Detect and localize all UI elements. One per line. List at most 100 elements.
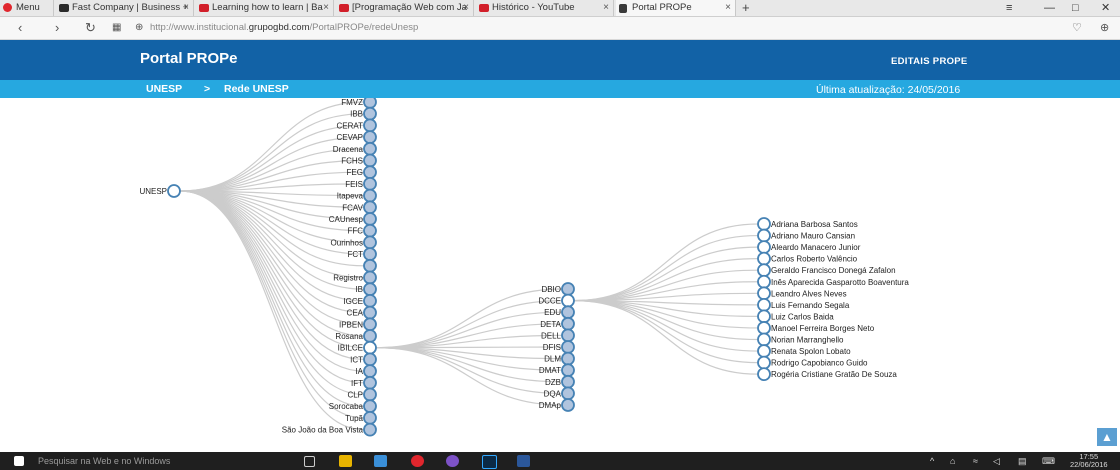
tree-node-department[interactable]: DELL [541,328,575,343]
tree-node-circle[interactable] [757,263,771,278]
tree-node-unit[interactable]: Itapeva [337,188,377,203]
tree-node-unit[interactable]: FEG [347,165,377,180]
tree-node-unit[interactable]: São João da Boa Vista [282,422,377,437]
tree-node-unit[interactable] [363,258,377,273]
opera-taskbar-icon[interactable] [411,455,424,467]
tree-node-circle[interactable] [363,200,377,215]
tree-node-circle[interactable] [363,98,377,109]
tab-portal-prope[interactable]: Portal PROPe × [616,0,736,16]
scroll-to-top-button[interactable]: ▲ [1097,428,1117,446]
tree-node-unit[interactable]: Tupã [345,410,377,425]
tree-node-circle[interactable] [363,399,377,414]
site-brand[interactable]: Portal PROPe [140,50,238,67]
tree-node-person[interactable]: Manoel Ferreira Borges Neto [757,321,875,335]
wifi-icon[interactable]: ≈ [973,455,978,467]
windows-start-icon[interactable] [14,456,24,466]
tree-node-root[interactable]: UNESP [139,184,181,198]
tree-node-department[interactable]: DZB [545,374,575,389]
tree-node-circle[interactable] [363,410,377,425]
tree-node-circle[interactable] [561,328,575,343]
file-explorer-icon[interactable] [339,455,352,467]
tree-node-circle[interactable] [757,228,771,243]
tree-node-circle[interactable] [757,332,771,347]
tree-node-department[interactable]: DETA [540,316,575,331]
tree-node-unit[interactable]: FCAV [342,200,377,215]
tree-node-circle[interactable] [363,165,377,180]
tree-node-unit[interactable]: IA [355,364,377,379]
tree-node-person[interactable]: Luiz Carlos Baida [757,309,834,324]
tree-node-unit[interactable]: Registro [333,270,377,285]
tree-node-circle[interactable] [757,297,771,312]
show-hidden-icons-icon[interactable]: ^ [930,455,934,467]
reload-icon[interactable]: ↻ [85,20,96,36]
tree-node-unit[interactable]: IB [355,282,377,297]
tree-node-circle[interactable] [561,386,575,401]
tree-node-circle[interactable] [363,305,377,320]
tree-node-person[interactable]: Adriana Barbosa Santos [757,217,858,231]
tree-node-unit[interactable]: IPBEN [339,317,377,332]
breadcrumb-home[interactable]: UNESP [146,82,182,96]
tree-node-circle[interactable] [757,286,771,301]
tree-node-circle[interactable] [363,317,377,332]
tree-node-unit[interactable]: IBILCE [338,340,377,355]
tree-node-department[interactable]: DLM [544,351,575,366]
close-tab-icon[interactable]: × [725,0,731,16]
speed-dial-icon[interactable]: ▦ [112,20,121,36]
tab-historico-youtube[interactable]: Histórico - YouTube × [476,0,614,16]
tree-node-department[interactable]: DFIS [543,340,575,354]
tree-node-circle[interactable] [363,176,377,191]
tree-node-unit[interactable]: Sorocaba [329,399,377,414]
photoshop-icon[interactable] [482,455,497,469]
tree-node-unit[interactable]: Dracena [333,141,377,156]
tree-node-department[interactable]: DQA [544,386,575,401]
tree-node-circle[interactable] [363,340,377,355]
tree-node-circle[interactable] [757,251,771,266]
close-tab-icon[interactable]: × [183,0,189,16]
tree-node-person[interactable]: Luis Fernando Segala [757,297,850,312]
tree-node-circle[interactable] [561,340,575,354]
back-icon[interactable]: ‹ [18,20,22,36]
tree-node-unit[interactable]: CAUnesp [329,212,377,226]
task-view-icon[interactable] [304,456,315,467]
tree-node-circle[interactable] [363,130,377,145]
tree-node-person[interactable]: Leandro Alves Neves [757,286,847,301]
opera-menu-button[interactable]: Menu [0,0,54,16]
tree-node-circle[interactable] [363,106,377,121]
tree-node-circle[interactable] [363,364,377,379]
tree-node-circle[interactable] [757,217,771,231]
nav-editais-prope[interactable]: EDITAIS PROPE [891,56,968,67]
tree-node-unit[interactable]: FFC [347,223,377,238]
tree-node-circle[interactable] [363,375,377,390]
tree-node-circle[interactable] [363,293,377,308]
tree-node-department[interactable]: DBIO [541,282,575,296]
tree-node-circle[interactable] [363,223,377,238]
tree-node-circle[interactable] [561,305,575,320]
app-purple-icon[interactable] [446,455,459,467]
tree-node-unit[interactable]: Ourinhos [331,235,377,250]
tree-node-person[interactable]: Norian Marranghello [757,332,844,347]
tree-node-unit[interactable]: CEA [347,305,377,320]
tree-node-circle[interactable] [561,351,575,366]
taskbar-clock[interactable]: 17:55 22/06/2016 [1070,453,1108,469]
notifications-icon[interactable]: ▤ [1018,455,1027,467]
tree-node-unit[interactable]: IGCE [343,293,377,308]
close-tab-icon[interactable]: × [323,0,329,16]
tree-node-department[interactable]: DMAT [539,363,575,378]
close-tab-icon[interactable]: × [463,0,469,16]
tree-node-circle[interactable] [363,387,377,402]
tree-node-circle[interactable] [363,118,377,133]
tree-node-circle[interactable] [363,247,377,262]
url-field[interactable]: http://www.institucional.grupogbd.com/Po… [150,21,418,35]
maximize-icon[interactable]: □ [1072,0,1079,16]
tree-node-person[interactable]: Inês Aparecida Gasparotto Boaventura [757,274,909,289]
tab-fast-company[interactable]: Fast Company | Business + × [56,0,194,16]
taskbar-search-input[interactable]: Pesquisar na Web e no Windows [38,455,170,467]
tree-node-circle[interactable] [561,374,575,389]
site-info-icon[interactable]: ⊕ [135,20,143,36]
tree-node-unit[interactable]: CERAT [336,118,377,133]
tree-node-circle[interactable] [363,141,377,156]
store-icon[interactable] [374,455,387,467]
tree-node-department[interactable]: DMAp [539,398,575,412]
tree-node-circle[interactable] [363,422,377,437]
download-icon[interactable]: ⊕ [1100,20,1109,36]
